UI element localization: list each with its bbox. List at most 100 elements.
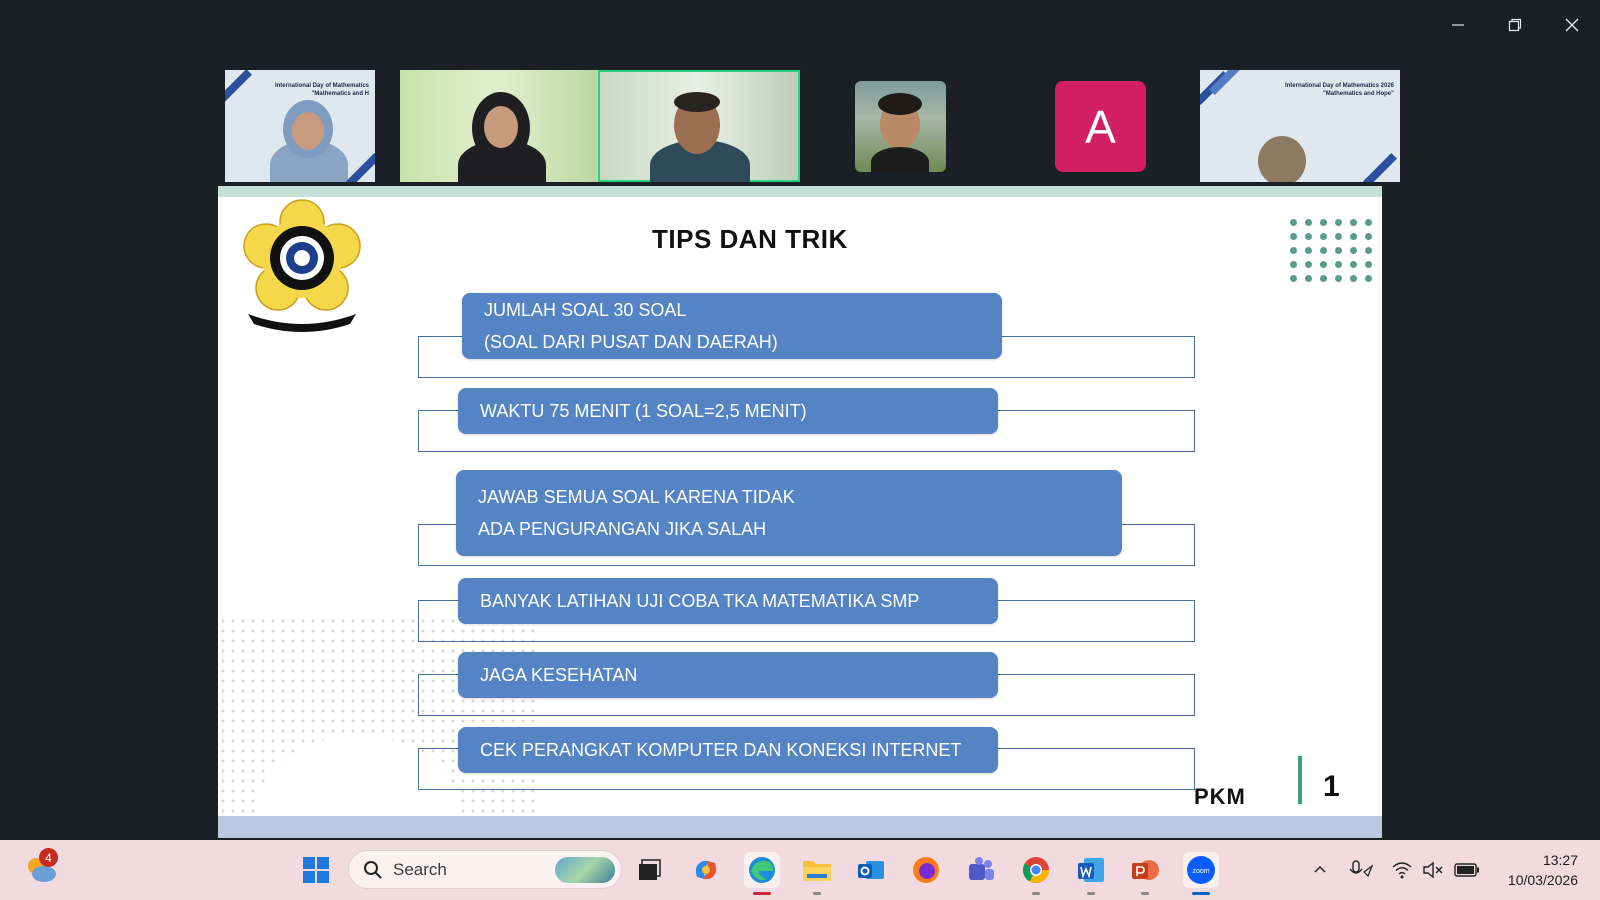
chrome-button[interactable] <box>1018 852 1054 895</box>
copilot-icon <box>695 861 717 879</box>
edge-active-indicator <box>753 892 771 895</box>
zoom-active-indicator <box>1192 892 1210 895</box>
word-indicator <box>1087 892 1095 895</box>
avatar-initial: A <box>1085 100 1116 153</box>
tip-item-5: JAGA KESEHATAN <box>458 652 998 698</box>
shared-slide: TIPS DAN TRIK JUMLAH SOAL 30 SOAL (SOAL … <box>218 186 1382 838</box>
taskbar: 4 Search zoom 13:27 10/03/2026 <box>0 840 1600 900</box>
slide-page-number: 1 <box>1323 770 1340 803</box>
tip-item-5-line1: JAGA KESEHATAN <box>480 665 638 685</box>
banner-stripe <box>1363 153 1397 182</box>
tip-item-6-line1: CEK PERANGKAT KOMPUTER DAN KONEKSI INTER… <box>480 740 962 760</box>
tip-item-2: WAKTU 75 MENIT (1 SOAL=2,5 MENIT) <box>458 388 998 434</box>
tip-item-3-line1: JAWAB SEMUA SOAL KARENA TIDAK <box>478 487 795 507</box>
zoom-icon: zoom <box>1187 856 1215 884</box>
participant-4-hair <box>878 93 922 115</box>
page-number-accent <box>1298 756 1302 804</box>
clock-date: 10/03/2026 <box>1507 872 1578 888</box>
tip-item-1: JUMLAH SOAL 30 SOAL (SOAL DARI PUSAT DAN… <box>462 293 1002 359</box>
participant-1-face <box>292 112 324 150</box>
taskbar-search[interactable]: Search <box>348 850 622 889</box>
zoom-button[interactable]: zoom <box>1183 852 1219 895</box>
banner-stripe <box>225 70 252 103</box>
chevron-up-icon <box>1314 865 1326 873</box>
powerpoint-icon <box>1132 860 1159 880</box>
start-button[interactable] <box>298 852 334 888</box>
participant-6-banner-title: International Day of Mathematics 2026 "M… <box>1284 83 1394 97</box>
word-icon <box>1078 858 1104 882</box>
minimize-button[interactable] <box>1429 8 1486 42</box>
participant-video-3-active-speaker[interactable] <box>598 70 800 182</box>
tip-item-6: CEK PERANGKAT KOMPUTER DAN KONEKSI INTER… <box>458 727 998 773</box>
word-button[interactable] <box>1073 852 1109 895</box>
microphone-status[interactable] <box>1348 840 1374 900</box>
system-clock[interactable]: 13:27 10/03/2026 <box>1508 850 1578 890</box>
decorative-dot-grid <box>1290 219 1373 282</box>
task-view-button[interactable] <box>631 852 667 888</box>
restore-icon <box>1508 18 1521 32</box>
chrome-indicator <box>1032 892 1040 895</box>
windows-icon <box>303 857 329 883</box>
powerpoint-indicator <box>1141 892 1149 895</box>
slide-title: TIPS DAN TRIK <box>652 224 848 254</box>
tip-item-3: JAWAB SEMUA SOAL KARENA TIDAK ADA PENGUR… <box>456 470 1122 556</box>
battery-icon <box>1454 863 1479 877</box>
firefox-button[interactable] <box>908 852 944 888</box>
tip-item-4: BANYAK LATIHAN UJI COBA TKA MATEMATIKA S… <box>458 578 998 624</box>
banner-stripe <box>346 153 375 182</box>
search-placeholder: Search <box>393 859 447 879</box>
restore-button[interactable] <box>1486 8 1543 42</box>
copilot-button[interactable] <box>688 852 724 888</box>
banner-stripe <box>1209 70 1243 95</box>
edge-button[interactable] <box>744 852 780 895</box>
participant-video-1[interactable]: International Day of Mathematics "Mathem… <box>225 70 375 182</box>
tip-item-2-line1: WAKTU 75 MENIT (1 SOAL=2,5 MENIT) <box>480 401 807 421</box>
firefox-icon <box>913 857 939 883</box>
outlook-button[interactable] <box>853 852 889 888</box>
university-logo <box>243 199 361 332</box>
tip-item-4-line1: BANYAK LATIHAN UJI COBA TKA MATEMATIKA S… <box>480 591 920 611</box>
tip-item-1-line1: JUMLAH SOAL 30 SOAL <box>484 300 687 320</box>
volume-status[interactable] <box>1422 840 1444 900</box>
participant-2-face <box>484 106 518 148</box>
show-hidden-icons-button[interactable] <box>1312 840 1328 900</box>
folder-icon <box>803 861 831 881</box>
search-icon <box>364 860 382 879</box>
teams-icon <box>969 857 994 880</box>
participant-photo-4[interactable] <box>855 81 946 172</box>
file-explorer-button[interactable] <box>799 852 835 895</box>
battery-status[interactable] <box>1454 840 1480 900</box>
tip-item-1-line2: (SOAL DARI PUSAT DAN DAERAH) <box>484 332 778 352</box>
wifi-icon <box>1392 862 1412 879</box>
slide-bottom-band <box>218 816 1382 838</box>
microphone-icon <box>1349 860 1374 878</box>
svg-text:zoom: zoom <box>1192 868 1209 875</box>
close-icon <box>1565 18 1578 32</box>
notification-badge: 4 <box>39 848 58 867</box>
participant-video-6[interactable]: International Day of Mathematics 2026 "M… <box>1200 70 1400 182</box>
teams-button[interactable] <box>963 852 999 888</box>
participant-strip: International Day of Mathematics "Mathem… <box>200 70 1400 183</box>
clock-time: 13:27 <box>1542 852 1578 868</box>
slide-top-band <box>218 186 1382 197</box>
participant-4-figure <box>871 147 929 172</box>
task-view-icon <box>639 859 661 880</box>
volume-muted-icon <box>1423 861 1443 879</box>
participant-6-figure <box>1258 136 1306 182</box>
participant-3-hair <box>674 92 720 112</box>
participant-video-2[interactable] <box>400 70 600 182</box>
wifi-status[interactable] <box>1392 840 1412 900</box>
minimize-icon <box>1451 24 1464 26</box>
edge-icon <box>749 857 775 883</box>
tip-item-3-line2: ADA PENGURANGAN JIKA SALAH <box>478 519 767 539</box>
close-button[interactable] <box>1543 8 1600 42</box>
search-highlight-image <box>555 857 615 883</box>
powerpoint-button[interactable] <box>1127 852 1163 895</box>
chrome-icon <box>1022 857 1050 884</box>
participant-avatar-5[interactable]: A <box>1055 81 1146 172</box>
file-explorer-indicator <box>813 892 821 895</box>
footer-label: PKM <box>1194 784 1246 809</box>
outlook-icon <box>858 861 884 879</box>
participant-1-banner-title: International Day of Mathematics "Mathem… <box>274 83 369 97</box>
window-controls <box>1429 8 1600 42</box>
